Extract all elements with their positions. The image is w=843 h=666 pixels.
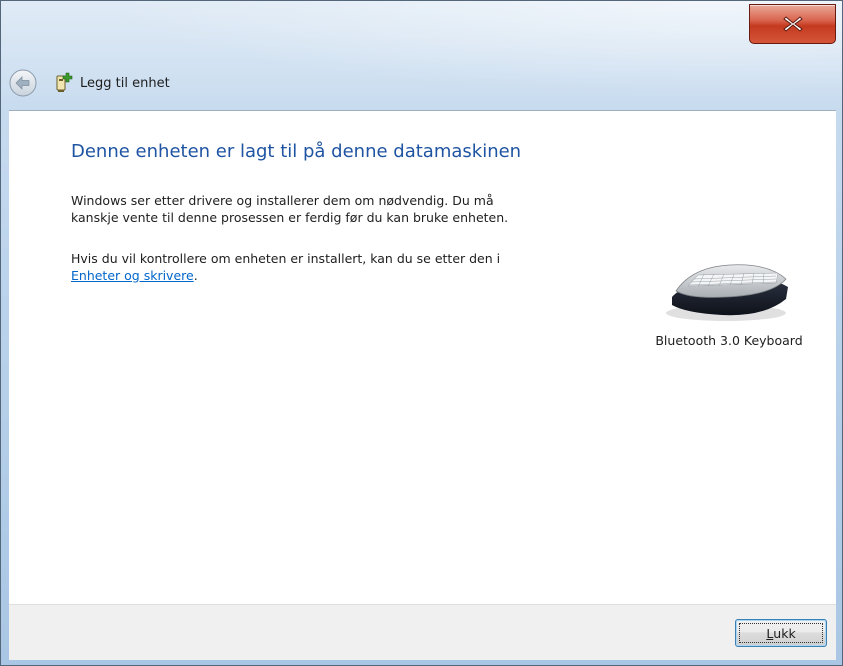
info-paragraph: Windows ser etter drivere og installerer… xyxy=(71,192,591,226)
device-name: Bluetooth 3.0 Keyboard xyxy=(655,333,803,348)
footer-bar: Lukk xyxy=(9,604,836,660)
close-button-label: ukk xyxy=(773,625,796,641)
back-button[interactable] xyxy=(7,67,39,99)
page-title: Denne enheten er lagt til på denne datam… xyxy=(71,141,522,162)
device-tile[interactable]: Bluetooth 3.0 Keyboard xyxy=(629,253,829,348)
info-line-1: Windows ser etter drivere og installerer… xyxy=(71,193,494,208)
content-panel: Denne enheten er lagt til på denne datam… xyxy=(9,110,836,604)
check-text: Hvis du vil kontrollere om enheten er in… xyxy=(71,251,501,266)
keyboard-icon xyxy=(666,264,788,321)
wizard-title: Legg til enhet xyxy=(80,75,170,91)
close-button[interactable]: Lukk xyxy=(735,619,827,647)
info-line-2: kanskje vente til denne prosessen er fer… xyxy=(71,210,509,225)
wizard-window: Legg til enhet Denne enheten er lagt til… xyxy=(0,0,843,666)
back-arrow-icon xyxy=(9,69,37,97)
close-window-button[interactable] xyxy=(749,4,836,44)
add-device-icon xyxy=(55,72,73,94)
check-text-end: . xyxy=(193,268,198,283)
check-paragraph: Hvis du vil kontrollere om enheten er in… xyxy=(71,250,591,284)
wizard-nav-row: Legg til enhet xyxy=(7,65,836,101)
close-button-accelerator: L xyxy=(766,625,774,641)
close-x-icon xyxy=(782,16,803,32)
devices-and-printers-link[interactable]: Enheter og skrivere xyxy=(71,268,194,283)
